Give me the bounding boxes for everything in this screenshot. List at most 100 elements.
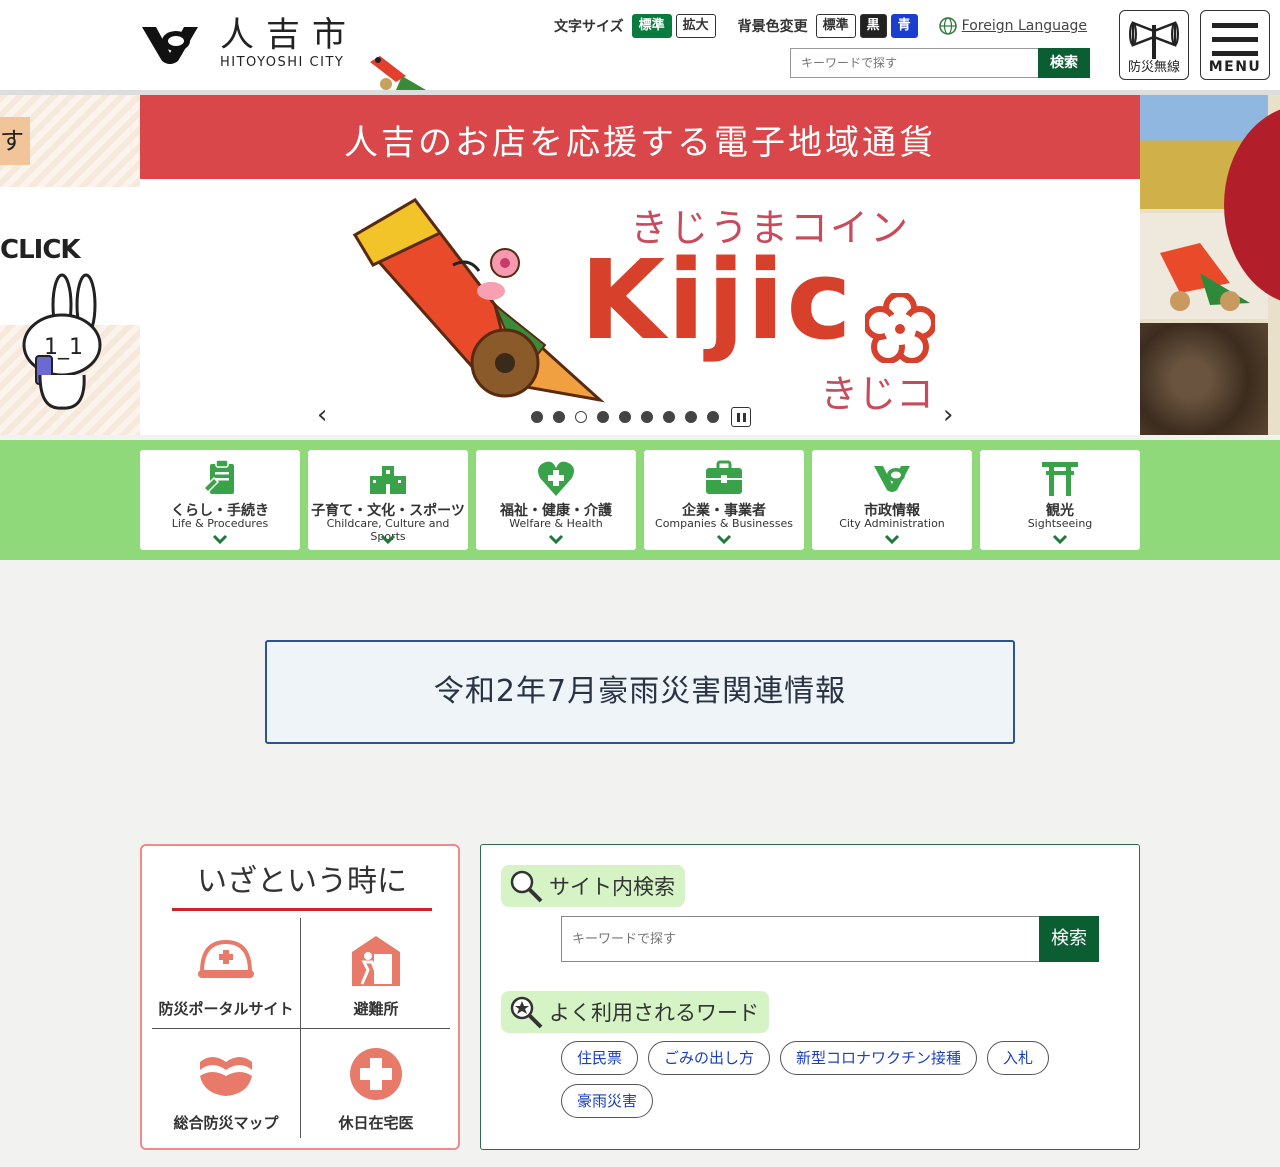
carousel-dot[interactable] — [641, 411, 653, 423]
menu-button[interactable]: MENU — [1200, 10, 1270, 80]
peek-tab: す — [0, 117, 30, 165]
emergency-item-label: 休日在宅医 — [338, 1114, 414, 1132]
popular-word-link[interactable]: 入札 — [987, 1041, 1050, 1075]
foreign-language-label: Foreign Language — [961, 18, 1088, 34]
chevron-down-icon — [380, 534, 396, 544]
carousel-dot[interactable] — [663, 411, 675, 423]
city-logo[interactable]: 人吉市 HITOYOSHI CITY — [140, 18, 358, 69]
popular-word-link[interactable]: 新型コロナワクチン接種 — [780, 1041, 978, 1075]
emergency-item-label: 総合防災マップ — [173, 1114, 279, 1132]
chevron-down-icon — [212, 534, 228, 544]
header-search-input[interactable] — [790, 48, 1038, 78]
carousel-pagination — [531, 407, 751, 427]
category-childcare[interactable]: 子育て・文化・スポーツ Childcare, Culture and Sport… — [308, 450, 468, 550]
carousel-dot[interactable] — [685, 411, 697, 423]
carousel-dot[interactable] — [597, 411, 609, 423]
site-header: 人吉市 HITOYOSHI CITY 文字サイズ 標準 拡大 背景色変更 標準 … — [0, 0, 1280, 90]
site-search-panel: サイト内検索 検索 よく利用されるワード 住民票 ごみの出し方 新型コロナワクチ… — [480, 844, 1140, 1150]
bg-blue-button[interactable]: 青 — [890, 14, 918, 38]
logo-text-jp: 人吉市 — [220, 15, 358, 55]
emergency-item-label: 避難所 — [353, 1000, 399, 1018]
emergency-item-label: 防災ポータルサイト — [158, 1000, 294, 1018]
slide-title: 人吉のお店を応援する電子地域通貨 — [344, 123, 936, 163]
hamburger-icon — [1212, 23, 1258, 56]
chevron-down-icon — [884, 534, 900, 544]
category-label-en: Welfare & Health — [509, 517, 603, 530]
category-label-en: Sightseeing — [1027, 517, 1093, 530]
evacuation-shelter-link[interactable]: 避難所 — [302, 922, 450, 1032]
carousel-next-button[interactable]: › — [943, 400, 953, 430]
evacuation-icon — [352, 936, 400, 986]
shiitake-photo — [1140, 323, 1268, 435]
coin-name-kana: きじコ — [820, 372, 935, 416]
briefcase-icon — [706, 460, 742, 494]
carousel-dot[interactable] — [531, 411, 543, 423]
school-icon — [370, 466, 406, 494]
header-search-button[interactable]: 検索 — [1038, 48, 1090, 78]
text-size-standard-button[interactable]: 標準 — [631, 14, 672, 38]
carousel-dot[interactable] — [619, 411, 631, 423]
bg-black-button[interactable]: 黒 — [859, 14, 887, 38]
category-label-en: Companies & Businesses — [655, 517, 793, 530]
hero-carousel: す CLICK 1_1 人吉のお店を応援する電子地域通貨 きじうまコイン Kij… — [0, 95, 1280, 435]
emergency-title: いざという時に — [172, 856, 432, 911]
carousel-slide[interactable]: 人吉のお店を応援する電子地域通貨 きじうまコイン Kijic きじコ ‹ › — [140, 95, 1140, 435]
site-search-title: サイト内検索 — [549, 875, 675, 899]
popular-word-link[interactable]: 住民票 — [561, 1041, 639, 1075]
site-search-form: 検索 — [561, 916, 1099, 962]
category-label-en: Life & Procedures — [171, 517, 269, 530]
popular-words-title: よく利用されるワード — [549, 1001, 759, 1025]
logo-text-en: HITOYOSHI CITY — [220, 55, 345, 70]
clipboard-icon — [202, 459, 234, 494]
helmet-icon — [198, 939, 254, 978]
carousel-dot[interactable] — [575, 411, 587, 423]
prev-slide-peek[interactable]: す CLICK 1_1 — [0, 95, 140, 435]
category-city-admin[interactable]: 市政情報 City Administration — [812, 450, 972, 550]
category-life[interactable]: くらし・手続き Life & Procedures — [140, 450, 300, 550]
chevron-down-icon — [548, 534, 564, 544]
city-emblem-icon — [874, 466, 910, 492]
plum-flower-icon — [865, 293, 935, 363]
category-label-en: City Administration — [839, 517, 945, 530]
text-size-large-button[interactable]: 拡大 — [675, 14, 716, 38]
site-search-heading: サイト内検索 — [501, 865, 685, 907]
carousel-pause-button[interactable] — [731, 407, 751, 427]
carousel-dot[interactable] — [553, 411, 565, 423]
carousel-dot[interactable] — [707, 411, 719, 423]
heart-cross-icon — [538, 461, 574, 496]
disaster-info-banner[interactable]: 令和2年7月豪雨災害関連情報 — [265, 640, 1015, 744]
chevron-down-icon — [1052, 534, 1068, 544]
bg-standard-button[interactable]: 標準 — [815, 14, 856, 38]
foreign-language-link[interactable]: Foreign Language — [938, 16, 1087, 36]
peek-click-text: CLICK — [0, 235, 81, 265]
emergency-panel: いざという時に 防災ポータルサイト 避難所 総合防災マップ 休日在宅医 — [140, 844, 460, 1150]
popular-word-link[interactable]: 豪雨災害 — [561, 1084, 654, 1118]
loudspeaker-icon — [1129, 21, 1179, 59]
hazard-map-link[interactable]: 総合防災マップ — [152, 1036, 300, 1146]
text-size-label: 文字サイズ — [554, 19, 624, 35]
site-search-button[interactable]: 検索 — [1039, 916, 1099, 962]
carousel-prev-button[interactable]: ‹ — [317, 400, 327, 430]
next-slide-peek[interactable] — [1140, 95, 1280, 435]
category-sightseeing[interactable]: 観光 Sightseeing — [980, 450, 1140, 550]
torii-icon — [1042, 462, 1078, 496]
category-welfare[interactable]: 福祉・健康・介護 Welfare & Health — [476, 450, 636, 550]
holiday-doctor-link[interactable]: 休日在宅医 — [302, 1036, 450, 1146]
star-magnifier-icon — [510, 996, 543, 1029]
kijiuma-mascot-icon — [370, 56, 426, 90]
kijiuma-toy-illustration — [352, 198, 605, 403]
popular-word-link[interactable]: ごみの出し方 — [648, 1041, 771, 1075]
popular-words-heading: よく利用されるワード — [501, 991, 769, 1033]
accessibility-tools: 文字サイズ 標準 拡大 背景色変更 標準 黒 青 Foreign Languag… — [554, 14, 1087, 38]
rabbit-mascot-icon: 1_1 — [22, 273, 102, 410]
site-search-input[interactable] — [561, 916, 1039, 962]
disaster-radio-button[interactable]: 防災無線 — [1119, 10, 1189, 80]
chevron-down-icon — [716, 534, 732, 544]
medical-cross-icon — [350, 1048, 402, 1100]
city-emblem-icon — [142, 26, 198, 64]
category-navigation: くらし・手続き Life & Procedures 子育て・文化・スポーツ Ch… — [0, 440, 1280, 560]
globe-icon — [938, 17, 957, 35]
header-search: 検索 — [790, 48, 1090, 78]
disaster-portal-link[interactable]: 防災ポータルサイト — [152, 922, 300, 1032]
category-business[interactable]: 企業・事業者 Companies & Businesses — [644, 450, 804, 550]
